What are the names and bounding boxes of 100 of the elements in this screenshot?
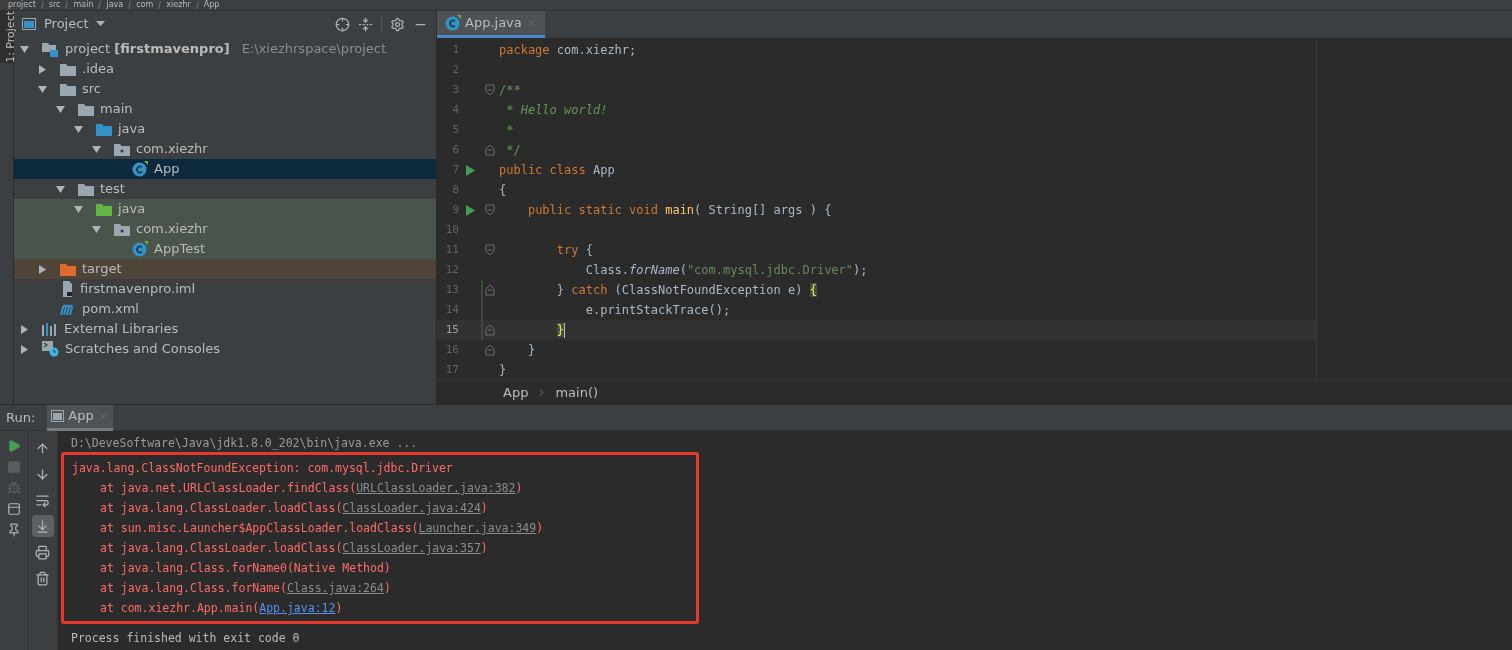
stack-frame: at java.net.URLClassLoader.findClass(URLClassLoader.java:382): [72, 478, 696, 498]
nav-path-item[interactable]: main: [73, 0, 94, 10]
collapsed-arrow-icon[interactable]: [38, 264, 47, 274]
source-link[interactable]: App.java:12: [259, 601, 336, 615]
code-text: /**: [499, 82, 521, 99]
tree-item[interactable]: com.xiezhr: [14, 139, 436, 159]
code-text: Class.forName("com.mysql.jdbc.Driver");: [584, 262, 868, 279]
code-text: {: [499, 182, 507, 199]
editor-tab[interactable]: App.java: [437, 11, 545, 38]
folder-icon: [60, 262, 76, 276]
tree-item-label: Scratches and Consoles: [65, 340, 221, 359]
collapsed-arrow-icon[interactable]: [20, 344, 29, 354]
panel-window-icon: [22, 18, 36, 30]
source-link[interactable]: ClassLoader.java:357: [342, 541, 481, 555]
tree-item[interactable]: src: [14, 79, 436, 99]
layout-icon[interactable]: [6, 502, 21, 516]
source-link[interactable]: URLClassLoader.java:382: [356, 481, 516, 495]
nav-path-item[interactable]: App: [203, 0, 220, 10]
expanded-arrow-icon[interactable]: [74, 204, 83, 214]
code-text: e.printStackTrace();: [584, 302, 731, 319]
nav-path-item[interactable]: project: [8, 0, 36, 10]
nav-path-item[interactable]: java: [106, 0, 124, 10]
tree-item[interactable]: .idea: [14, 59, 436, 79]
line-number: 10: [444, 221, 459, 238]
source-link[interactable]: Class.java:264: [286, 581, 384, 595]
stack-frame: at java.lang.ClassLoader.loadClass(ClassLoader.java:357): [72, 538, 696, 558]
package-icon: [114, 142, 130, 156]
tree-item[interactable]: firstmavenpro.iml: [14, 279, 436, 299]
tree-item[interactable]: AppTest: [14, 239, 436, 259]
class-icon: [445, 15, 461, 31]
tree-item[interactable]: target: [14, 259, 436, 279]
pin-icon[interactable]: [6, 523, 21, 537]
run-gutter-icon[interactable]: [465, 164, 475, 176]
expanded-arrow-icon[interactable]: [92, 144, 101, 154]
tree-item[interactable]: test: [14, 179, 436, 199]
line-number: 11: [444, 241, 459, 258]
fold-marker-icon[interactable]: [485, 204, 495, 216]
run-tab[interactable]: App: [47, 404, 113, 431]
tree-item-label: com.xiezhr: [136, 140, 208, 159]
collapse-icon[interactable]: [358, 16, 373, 32]
text-caret: [564, 322, 566, 338]
tree-item[interactable]: pom.xml: [14, 299, 436, 319]
fold-marker-icon[interactable]: [485, 244, 495, 256]
fold-marker-icon[interactable]: [485, 144, 495, 156]
breadcrumb-item[interactable]: main(): [555, 382, 599, 403]
tree-item[interactable]: java: [14, 119, 436, 139]
tree-item-label: pom.xml: [82, 300, 139, 319]
expanded-arrow-icon[interactable]: [38, 84, 47, 94]
collapsed-arrow-icon[interactable]: [38, 64, 47, 74]
stack-frame: at java.lang.Class.forName0(Native Method): [72, 558, 696, 578]
code-text: }: [499, 362, 507, 379]
breadcrumb-item[interactable]: App: [503, 382, 529, 403]
tree-item-label: com.xiezhr: [136, 220, 208, 239]
tree-item[interactable]: java: [14, 199, 436, 219]
expanded-arrow-icon[interactable]: [56, 104, 65, 114]
line-number: 15: [444, 321, 459, 338]
nav-path-item[interactable]: com: [136, 0, 154, 10]
tree-item-label: src: [82, 80, 101, 99]
nav-path-item[interactable]: xiezhr: [166, 0, 191, 10]
code-text: *: [505, 122, 514, 139]
line-number: 12: [444, 261, 459, 278]
code-text: package com.xiezhr;: [499, 42, 637, 59]
expanded-arrow-icon[interactable]: [56, 184, 65, 194]
scroll-to-end-icon[interactable]: [31, 515, 54, 537]
code-text: try {: [555, 242, 593, 259]
tree-item[interactable]: project [firstmavenpro] E:\xiezhrspace\project: [14, 39, 436, 59]
tree-item-label: .idea: [82, 60, 114, 79]
run-gutter-icon[interactable]: [465, 204, 475, 216]
tree-item[interactable]: External Libraries: [14, 319, 436, 339]
locate-icon[interactable]: [335, 16, 350, 32]
expanded-arrow-icon[interactable]: [74, 124, 83, 134]
collapsed-arrow-icon[interactable]: [20, 324, 29, 334]
line-number: 1: [451, 41, 459, 58]
tree-item[interactable]: Scratches and Consoles: [14, 339, 436, 359]
line-number: 9: [451, 201, 459, 218]
dropdown-caret-icon[interactable]: [96, 21, 106, 27]
fold-marker-icon[interactable]: [485, 324, 495, 336]
fold-marker-icon[interactable]: [485, 344, 495, 356]
expanded-arrow-icon[interactable]: [20, 44, 29, 54]
source-link[interactable]: ClassLoader.java:424: [342, 501, 481, 515]
source-link[interactable]: Launcher.java:349: [418, 521, 537, 535]
stack-frame: at com.xiezhr.App.main(App.java:12): [72, 598, 696, 618]
line-number: 16: [444, 341, 459, 358]
tree-item[interactable]: App: [14, 159, 436, 179]
process-status: Process finished with exit code 0: [71, 630, 301, 646]
nav-path-item[interactable]: src: [48, 0, 61, 10]
tree-item-label: AppTest: [154, 240, 205, 259]
stack-frame: at java.lang.Class.forName(Class.java:264): [72, 578, 696, 598]
tree-item-label: App: [154, 160, 180, 179]
settings-icon[interactable]: [390, 16, 405, 32]
line-number: 14: [444, 301, 459, 318]
line-number: 3: [451, 81, 459, 98]
exception-message: java.lang.ClassNotFoundException: com.mysql.jdbc.Driver: [72, 460, 454, 477]
fold-marker-icon[interactable]: [485, 84, 495, 96]
fold-marker-icon[interactable]: [485, 284, 495, 296]
tree-item[interactable]: com.xiezhr: [14, 219, 436, 239]
tree-item[interactable]: main: [14, 99, 436, 119]
panel-title[interactable]: Project: [44, 14, 89, 34]
expanded-arrow-icon[interactable]: [92, 224, 101, 234]
rerun-icon[interactable]: [6, 439, 21, 453]
